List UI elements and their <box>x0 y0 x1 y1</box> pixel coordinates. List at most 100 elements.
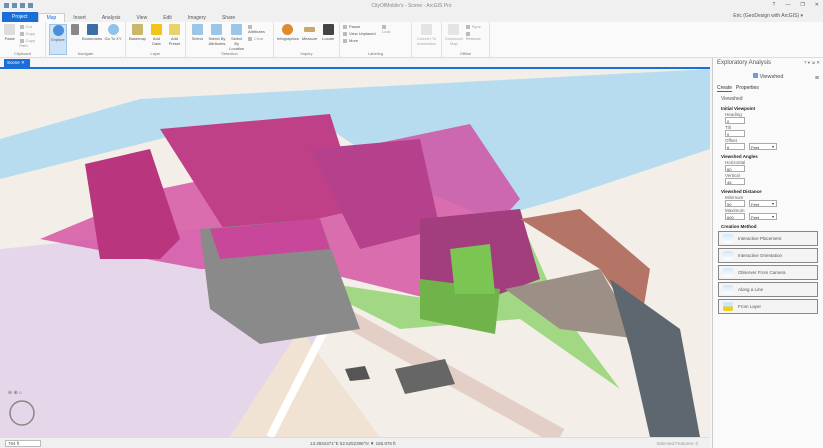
tab-share[interactable]: Share <box>214 14 243 22</box>
offset-input[interactable]: 6 <box>725 143 745 150</box>
tab-map[interactable]: Map <box>37 13 66 22</box>
creation-method-heading: Creation Method <box>721 224 757 229</box>
tool-title: Viewshed <box>713 73 823 80</box>
convert-icon <box>421 24 432 35</box>
exploratory-analysis-pane: Exploratory Analysis? ▾ ⇲ ✕ Viewshed ≡ C… <box>712 58 823 448</box>
attributes-button[interactable]: Attributes <box>248 24 270 34</box>
group-navigate: Explore Bookmarks Go To XY Navigate <box>46 22 126 57</box>
convert-annotation-button[interactable]: Convert To Annotation <box>415 24 438 55</box>
scale-input[interactable]: 784 ft <box>5 440 41 447</box>
placement-icon <box>723 234 733 243</box>
more-button[interactable]: More <box>343 38 379 43</box>
grid-icon <box>71 24 79 35</box>
observer-from-camera-button[interactable]: Observer From Camera <box>718 265 818 280</box>
close-button[interactable]: ✕ <box>815 2 819 8</box>
user-account[interactable]: Eric (GeoDesign with ArcGIS) ▾ <box>733 13 803 19</box>
view-tab-scene[interactable]: Scene ✕ <box>4 59 30 67</box>
group-inquiry: Infographics Measure Locate Inquiry <box>274 22 340 57</box>
view-unplaced-button[interactable]: View Unplaced <box>343 31 379 36</box>
minimize-button[interactable]: — <box>785 2 790 8</box>
tab-project[interactable]: Project <box>2 12 38 22</box>
horizontal-input[interactable]: 60 <box>725 165 745 172</box>
group-selection: Select Select By Attributes Select By Lo… <box>186 22 274 57</box>
location-select-icon <box>231 24 243 35</box>
pane-controls[interactable]: ? ▾ ⇲ ✕ <box>804 60 820 66</box>
scene-canvas[interactable]: ⊖ ⊕ ⌂ <box>0 69 710 437</box>
clear-button[interactable]: Clear <box>248 36 270 41</box>
offset-unit-select[interactable]: Feet <box>749 143 777 150</box>
group-convert: Convert To Annotation <box>412 22 442 57</box>
maximum-unit-select[interactable]: Feet <box>749 213 777 220</box>
group-clipboard: Paste Cut Copy Copy Path Clipboard <box>0 22 46 57</box>
group-label: Selection <box>221 51 238 56</box>
pause-button[interactable]: Pause <box>343 24 379 29</box>
download-icon <box>448 24 460 35</box>
maximum-input[interactable]: 600 <box>725 213 745 220</box>
vertical-input[interactable]: 45 <box>725 178 745 185</box>
tab-imagery[interactable]: Imagery <box>180 14 214 22</box>
restore-button[interactable]: ❐ <box>800 2 804 8</box>
interactive-orientation-button[interactable]: Interactive Orientation <box>718 248 818 263</box>
selected-features-count[interactable]: Selected Features: 0 <box>656 441 698 446</box>
vertical-label: Vertical <box>725 173 740 178</box>
pane-title: Exploratory Analysis? ▾ ⇲ ✕ <box>717 60 820 66</box>
camera-icon <box>723 268 733 277</box>
title-bar: CityOfMobile's - Scene - ArcGIS Pro ? — ❐ ✕ <box>0 0 823 11</box>
along-a-line-button[interactable]: Along a Line <box>718 282 818 297</box>
table-icon <box>211 24 223 35</box>
group-label: Navigate <box>77 51 94 56</box>
infographics-icon <box>282 24 294 35</box>
bookmark-icon <box>86 24 98 35</box>
select-icon <box>191 24 203 35</box>
tab-view[interactable]: View <box>128 14 155 22</box>
tab-create[interactable]: Create <box>717 85 733 92</box>
group-label: Labeling <box>367 51 384 56</box>
group-layer: Basemap Add Data Add Preset Layer <box>126 22 186 57</box>
tab-analysis[interactable]: Analysis <box>94 14 129 22</box>
explore-icon <box>52 25 64 36</box>
from-layer-button[interactable]: From Layer <box>718 299 818 314</box>
add-preset-icon <box>168 24 180 35</box>
section-title: Viewshed <box>721 96 743 102</box>
minimum-input[interactable]: 50 <box>725 200 745 207</box>
building-visible <box>450 244 495 294</box>
paste-icon <box>4 24 16 35</box>
horizontal-label: Horizontal <box>725 160 746 165</box>
copy-button[interactable]: Copy <box>20 31 43 36</box>
help-button[interactable]: ? <box>773 2 776 8</box>
hamburger-menu-icon[interactable]: ≡ <box>815 75 819 82</box>
group-label: Clipboard <box>13 51 32 56</box>
group-label: Inquiry <box>300 51 313 56</box>
group-offline: Download Map Sync Remove Offline <box>442 22 490 57</box>
sync-button[interactable]: Sync <box>466 24 486 29</box>
scene-view[interactable]: ⊖ ⊕ ⌂ <box>0 69 710 437</box>
tab-properties[interactable]: Properties <box>736 85 759 92</box>
tilt-input[interactable]: 0 <box>725 130 745 137</box>
orientation-icon <box>723 251 733 260</box>
ribbon: Paste Cut Copy Copy Path Clipboard Explore… <box>0 22 823 58</box>
initial-viewpoint-heading: Initial Viewpoint <box>721 106 756 111</box>
add-data-icon <box>150 24 162 35</box>
group-label: Layer <box>150 51 161 56</box>
minimum-unit-select[interactable]: Feet <box>749 200 777 207</box>
viewshed-icon <box>752 73 758 78</box>
line-icon <box>723 285 733 294</box>
heading-label: Heading <box>725 112 742 117</box>
copy-path-button[interactable]: Copy Path <box>20 38 43 48</box>
lock-button[interactable]: Lock <box>382 24 392 34</box>
layer-icon <box>723 302 733 311</box>
status-bar: 784 ft 13.3934371°E 52.5252398°N ▼ 156.8… <box>0 437 710 448</box>
nav-buttons: ⊖ ⊕ ⌂ <box>8 390 22 396</box>
viewshed-distance-heading: Viewshed Distance <box>721 189 762 194</box>
group-labeling: Pause View Unplaced More Lock Labeling <box>340 22 412 57</box>
tab-edit[interactable]: Edit <box>155 14 180 22</box>
heading-input[interactable]: 0 <box>725 117 745 124</box>
tab-insert[interactable]: Insert <box>65 14 94 22</box>
viewshed-angles-heading: Viewshed Angles <box>721 154 758 159</box>
coordinates-readout: 13.3934371°E 52.5252398°N ▼ 156.876 ft <box>310 441 396 446</box>
remove-button[interactable]: Remove <box>466 31 486 41</box>
interactive-placement-button[interactable]: Interactive Placement <box>718 231 818 246</box>
cut-button[interactable]: Cut <box>20 24 43 29</box>
crosshair-icon <box>107 24 119 35</box>
window-title: CityOfMobile's - Scene - ArcGIS Pro <box>371 2 452 9</box>
